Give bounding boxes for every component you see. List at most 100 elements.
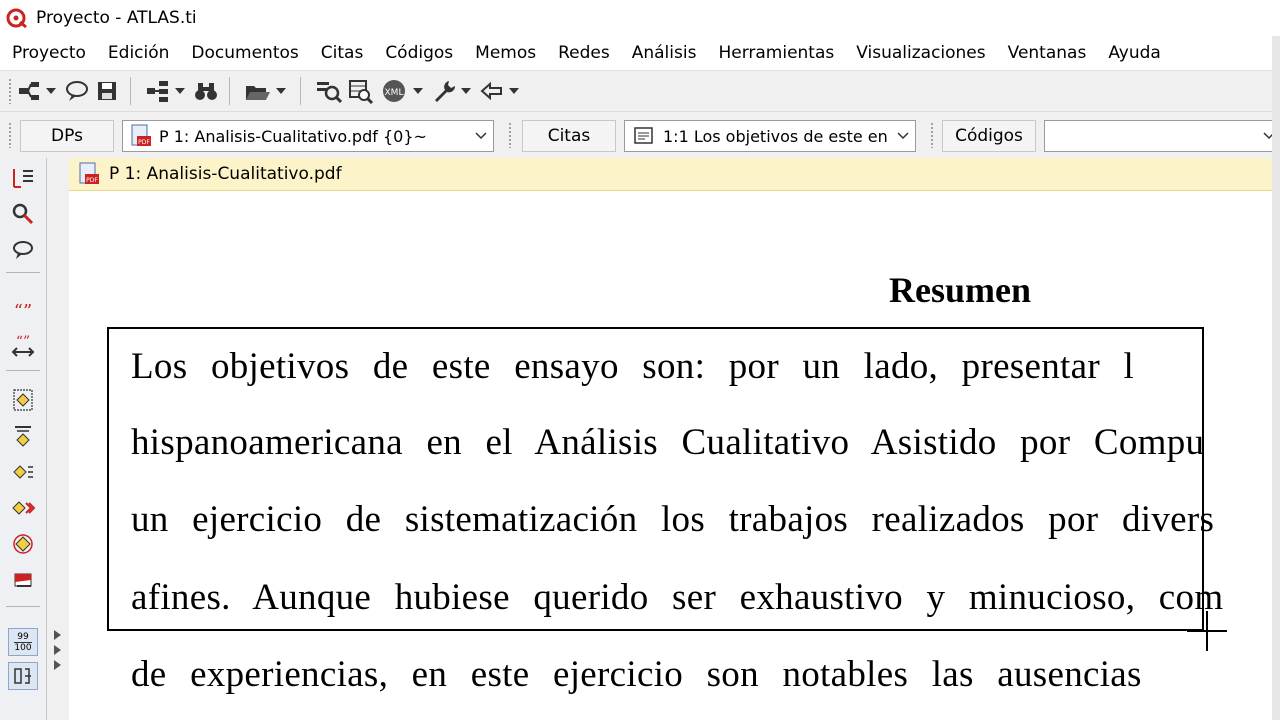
- chevron-down-icon: [276, 88, 286, 94]
- new-memo-button[interactable]: [64, 76, 90, 106]
- query-tool-button[interactable]: [315, 76, 343, 106]
- open-dropdown[interactable]: [272, 88, 290, 94]
- tree-network-icon: [19, 82, 39, 100]
- floppy-disk-icon: [98, 82, 116, 100]
- xml-icon: XML: [383, 80, 405, 102]
- margin-area-button[interactable]: [8, 164, 38, 192]
- menu-analisis[interactable]: Análisis: [632, 43, 697, 63]
- create-quote-button[interactable]: “”: [8, 296, 38, 324]
- eraser-icon: [14, 573, 32, 587]
- svg-text:PDF: PDF: [138, 139, 150, 146]
- documents-label-button[interactable]: DPs: [20, 120, 114, 152]
- resize-quote-button[interactable]: “”: [8, 332, 38, 360]
- tools-dropdown[interactable]: [457, 88, 475, 94]
- codes-combo[interactable]: [1044, 120, 1280, 152]
- line-numbers-bottom: 100: [14, 641, 32, 653]
- menu-codigos[interactable]: Códigos: [385, 43, 453, 63]
- expand-arrow-icon[interactable]: [54, 630, 61, 640]
- menu-visualizaciones[interactable]: Visualizaciones: [856, 43, 985, 63]
- margin-list-icon: [13, 169, 33, 188]
- speech-bubble-icon: [13, 241, 33, 259]
- selector-grip[interactable]: [8, 122, 12, 148]
- comment-button[interactable]: [8, 236, 38, 264]
- save-button[interactable]: [94, 76, 120, 106]
- tools-button[interactable]: [431, 76, 457, 106]
- menu-citas[interactable]: Citas: [321, 43, 364, 63]
- code-in-vivo-button[interactable]: [8, 422, 38, 450]
- pdf-document-icon: PDF: [79, 162, 99, 184]
- quotes-combo-value: 1:1 Los objetivos de este en: [663, 126, 888, 146]
- wrench-icon: [435, 81, 456, 102]
- project-explorer-button[interactable]: [16, 76, 42, 106]
- network-tree-icon: [147, 81, 168, 102]
- query-tool-icon: [317, 82, 343, 104]
- chevron-down-icon: [175, 88, 185, 94]
- back-dropdown[interactable]: [505, 88, 523, 94]
- document-viewer[interactable]: Resumen Los objetivos de este ensayo son…: [69, 191, 1280, 720]
- table-search-icon: [349, 80, 374, 104]
- open-coding-button[interactable]: [8, 386, 38, 414]
- svg-text:“”: “”: [14, 301, 32, 320]
- search-button[interactable]: [193, 76, 219, 106]
- quote-note-icon: [634, 127, 653, 144]
- codes-label-button[interactable]: Códigos: [942, 120, 1036, 152]
- toolbar-separator: [6, 606, 40, 607]
- quotes-combo[interactable]: 1:1 Los objetivos de este en: [624, 120, 916, 152]
- chevron-down-icon: [469, 132, 493, 140]
- document-tab[interactable]: PDF P 1: Analisis-Cualitativo.pdf: [69, 158, 1280, 191]
- xml-dropdown[interactable]: [409, 88, 427, 94]
- back-button[interactable]: [479, 76, 505, 106]
- toolbar-separator: [229, 77, 230, 105]
- svg-text:“”: “”: [16, 334, 30, 350]
- code-target-icon: [13, 534, 33, 554]
- code-by-list-button[interactable]: [8, 458, 38, 486]
- selector-bar: DPs PDF P 1: Analisis-Cualitativo.pdf {0…: [0, 112, 1280, 159]
- selector-grip[interactable]: [508, 122, 512, 148]
- menu-edicion[interactable]: Edición: [108, 43, 170, 63]
- crosshair-cursor-icon: [1187, 611, 1227, 651]
- quote-resize-icon: “”: [11, 334, 35, 357]
- zoom-button[interactable]: [8, 200, 38, 228]
- documents-combo-value: P 1: Analisis-Cualitativo.pdf {0}~: [159, 126, 427, 146]
- chevron-down-icon: [413, 88, 423, 94]
- quote-selection-box[interactable]: [107, 327, 1204, 631]
- uncode-button[interactable]: [8, 566, 38, 594]
- margin-toggle-button[interactable]: [8, 662, 38, 690]
- line-numbers-top: 99: [17, 631, 29, 642]
- expand-arrow-icon[interactable]: [54, 660, 61, 670]
- documents-combo[interactable]: PDF P 1: Analisis-Cualitativo.pdf {0}~: [122, 120, 494, 152]
- menu-ayuda[interactable]: Ayuda: [1108, 43, 1161, 63]
- line-numbers-button[interactable]: 99 100: [8, 628, 38, 656]
- menu-herramientas[interactable]: Herramientas: [718, 43, 834, 63]
- menu-redes[interactable]: Redes: [558, 43, 610, 63]
- quick-coding-button[interactable]: [8, 494, 38, 522]
- menu-memos[interactable]: Memos: [475, 43, 536, 63]
- menu-ventanas[interactable]: Ventanas: [1008, 43, 1087, 63]
- document-tab-title: P 1: Analisis-Cualitativo.pdf: [109, 164, 342, 184]
- menu-bar: Proyecto Edición Documentos Citas Código…: [0, 36, 1280, 71]
- window-title: Proyecto - ATLAS.ti: [36, 8, 197, 28]
- expand-arrow-icon[interactable]: [54, 645, 61, 655]
- atlasti-logo-icon: [6, 8, 27, 29]
- chevron-down-icon: [509, 88, 519, 94]
- open-button[interactable]: [244, 76, 272, 106]
- code-by-selection-button[interactable]: [8, 530, 38, 558]
- network-dropdown[interactable]: [171, 88, 189, 94]
- quotes-label-button[interactable]: Citas: [522, 120, 616, 152]
- arrow-left-icon: [480, 81, 502, 101]
- quick-coding-icon: [12, 501, 35, 515]
- xml-export-button[interactable]: XML: [379, 76, 409, 106]
- document-line[interactable]: de experiencias, en este ejercicio son n…: [131, 653, 1280, 696]
- pane-splitter[interactable]: [47, 158, 69, 720]
- toolbar-separator: [300, 77, 301, 105]
- menu-documentos[interactable]: Documentos: [191, 43, 298, 63]
- binoculars-icon: [195, 83, 217, 100]
- network-button[interactable]: [145, 76, 171, 106]
- menu-proyecto[interactable]: Proyecto: [12, 43, 86, 63]
- selector-grip[interactable]: [930, 122, 934, 148]
- margin-brackets-icon: [14, 668, 31, 684]
- toolbar-grip[interactable]: [8, 78, 12, 104]
- code-by-list-icon: [13, 465, 33, 479]
- project-explorer-dropdown[interactable]: [42, 88, 60, 94]
- codes-cooccurrence-button[interactable]: [347, 76, 375, 106]
